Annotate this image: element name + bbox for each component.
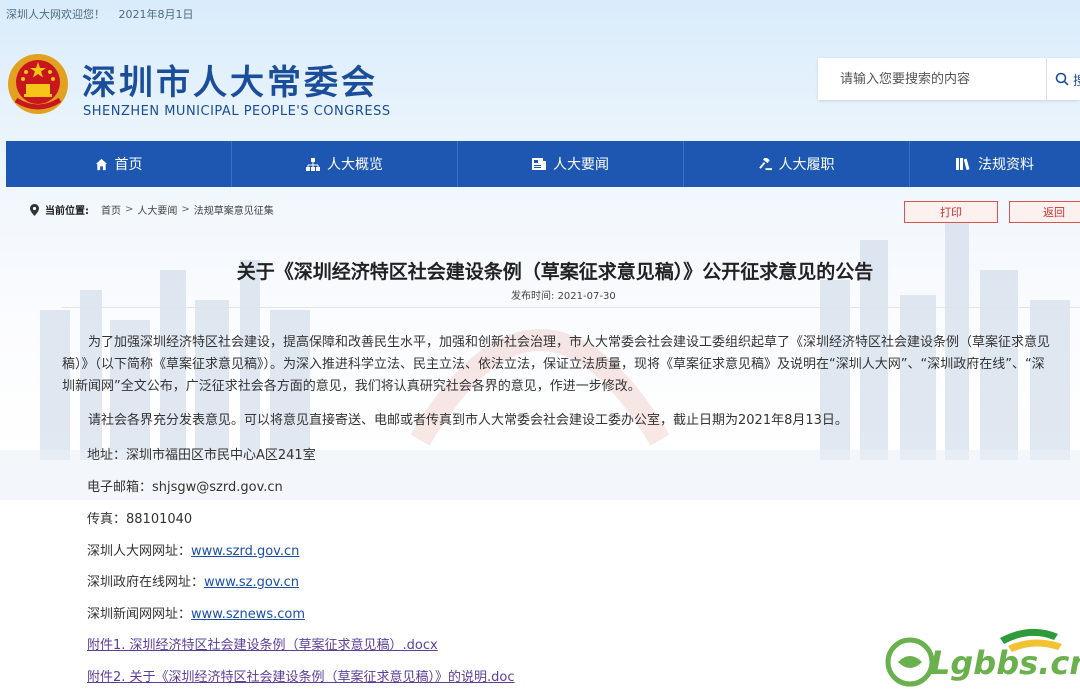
link-szrd[interactable]: www.szrd.gov.cn (191, 544, 299, 559)
nav-label: 法规资料 (978, 157, 1034, 173)
nav-label: 人大要闻 (553, 157, 609, 173)
contact-address: 地址：深圳市福田区市民中心A区241室 (87, 448, 316, 463)
attachment-2-link[interactable]: 附件2. 关于《深圳经济特区社会建设条例（草案征求意见稿）》的说明.doc (87, 666, 515, 685)
back-button[interactable]: 返回 (1009, 201, 1080, 223)
publish-label: 发布时间: (511, 291, 555, 302)
sitemap-icon (306, 157, 320, 171)
article-title: 关于《深圳经济特区社会建设条例（草案征求意见稿）》公开征求意见的公告 (236, 261, 874, 283)
breadcrumb-news[interactable]: 人大要闻 (137, 202, 177, 217)
nav-label: 人大履职 (778, 157, 835, 173)
site-title: 深圳市人大常委会 (82, 63, 378, 103)
contact-fax: 传真：88101040 (87, 512, 193, 527)
title-divider (62, 307, 1080, 308)
search-icon (1055, 72, 1069, 86)
nav-item-regulations[interactable]: 法规资料 (910, 141, 1080, 187)
attachment-1-link[interactable]: 附件1. 深圳经济特区社会建设条例（草案征求意见稿）.docx (87, 634, 438, 653)
site-subtitle: SHENZHEN MUNICIPAL PEOPLE'S CONGRESS (83, 104, 391, 119)
nav-label: 首页 (114, 157, 143, 173)
welcome-bar: 深圳人大网欢迎您！ 2021年8月1日 (6, 6, 194, 22)
link-line-sznews: 深圳新闻网网址：www.sznews.com (87, 603, 305, 622)
welcome-text: 深圳人大网欢迎您！ (6, 8, 105, 21)
breadcrumb-separator: > (125, 204, 134, 215)
article-paragraph-request: 请社会各界充分发表意见。可以将意见直接寄送、电邮或者传真到市人大常委会社会建设工… (88, 413, 848, 428)
news-icon (532, 158, 546, 170)
nav-item-news[interactable]: 人大要闻 (458, 141, 684, 187)
breadcrumb: 当前位置: 首页 > 人大要闻 > 法规草案意见征集 (30, 202, 274, 217)
print-button[interactable]: 打印 (904, 201, 998, 223)
link-label: 深圳新闻网网址： (87, 607, 192, 622)
nav-item-duties[interactable]: 人大履职 (684, 141, 910, 187)
home-icon (95, 158, 107, 170)
nav-item-overview[interactable]: 人大概览 (232, 141, 458, 187)
national-emblem-icon (8, 54, 68, 114)
breadcrumb-drafts[interactable]: 法规草案意见征集 (194, 202, 274, 217)
link-line-szrd: 深圳人大网网址：www.szrd.gov.cn (87, 540, 299, 559)
breadcrumb-separator: > (181, 204, 190, 215)
publish-date: 2021-07-30 (557, 291, 616, 302)
search-input[interactable] (818, 58, 1036, 100)
breadcrumb-home[interactable]: 首页 (101, 202, 121, 217)
location-pin-icon (30, 203, 39, 216)
gavel-icon (758, 157, 772, 170)
link-sznews[interactable]: www.sznews.com (191, 607, 305, 622)
contact-email: 电子邮箱：shjsgw@szrd.gov.cn (87, 480, 283, 495)
search-button[interactable]: 搜 (1046, 58, 1080, 100)
publish-info: 发布时间: 2021-07-30 (511, 287, 616, 302)
article-paragraph-intro: 为了加强深圳经济特区社会建设，提高保障和改善民生水平，加强和创新社会治理，市人大… (62, 335, 1051, 394)
link-label: 深圳人大网网址： (87, 544, 192, 559)
watermark-text: Lgbbs.cn (930, 644, 1080, 682)
link-line-sz: 深圳政府在线网址：www.sz.gov.cn (87, 571, 299, 590)
breadcrumb-label: 当前位置: (45, 206, 89, 217)
nav-item-home[interactable]: 首页 (6, 141, 232, 187)
search-box: 搜 (818, 58, 1080, 100)
books-icon (956, 158, 970, 170)
link-sz[interactable]: www.sz.gov.cn (204, 575, 299, 590)
main-nav: 首页 人大概览 人大要闻 人大履职 法规资料 (6, 141, 1080, 187)
watermark-logo: Lgbbs.cn (885, 628, 1080, 687)
nav-label: 人大概览 (327, 157, 383, 173)
link-label: 深圳政府在线网址： (87, 575, 205, 590)
current-date: 2021年8月1日 (118, 8, 194, 21)
search-button-label: 搜 (1072, 72, 1080, 88)
